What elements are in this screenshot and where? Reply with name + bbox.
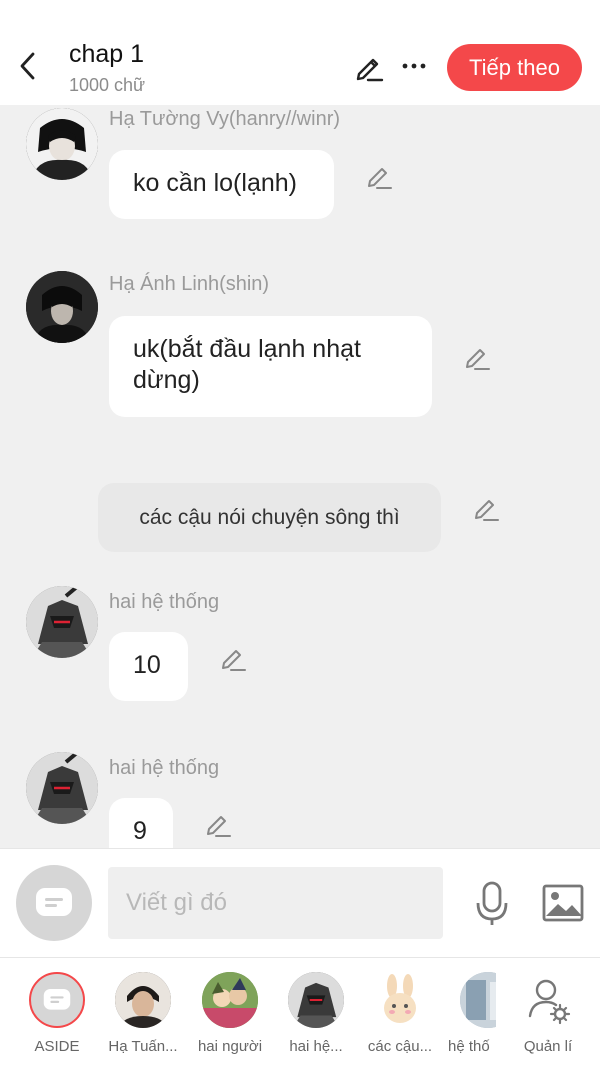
sender-name: hai hệ thống [109, 757, 220, 779]
manage-icon-wrap [520, 972, 576, 1028]
chapter-title: chap 1 [69, 40, 145, 68]
avatar[interactable] [26, 586, 98, 658]
character-bar: ASIDE Hạ Tuấn... hai người hai hệ... các… [0, 957, 600, 1067]
character-hai-he-thong[interactable]: hai hệ... [276, 970, 356, 1060]
sender-name: Hạ Ánh Linh(shin) [109, 273, 270, 295]
avatar[interactable] [26, 752, 98, 824]
message-input[interactable] [108, 867, 443, 939]
edit-chapter-button[interactable] [354, 52, 384, 82]
pencil-icon [475, 500, 499, 521]
sender-name: Hạ Tường Vy(hanry//winr) [109, 108, 341, 130]
avatar [372, 972, 428, 1028]
sender-name: hai hệ thống [109, 591, 220, 613]
more-options-button[interactable] [400, 52, 428, 80]
image-icon [542, 884, 584, 922]
bunny-icon [372, 972, 428, 1028]
microphone-icon [476, 881, 508, 925]
chat-bubble-icon [43, 988, 71, 1010]
manage-characters-button[interactable]: Quản lí [508, 970, 588, 1060]
character-group-icon [202, 972, 258, 1028]
pencil-icon [466, 349, 490, 370]
avatar[interactable] [26, 108, 98, 180]
edit-message-button[interactable] [463, 343, 491, 371]
character-label: Hạ Tuấn... [108, 1038, 178, 1055]
back-button[interactable] [14, 50, 40, 82]
message-bubble[interactable]: 9 [109, 798, 173, 848]
user-settings-icon [528, 979, 571, 1025]
robot-portrait-icon [26, 586, 98, 658]
edit-message-button[interactable] [472, 494, 500, 522]
character-hai-nguoi[interactable]: hai người [190, 970, 270, 1060]
message-bubble[interactable]: uk(bắt đầu lạnh nhạt dừng) [109, 316, 432, 417]
top-bar: chap 1 1000 chữ Tiếp theo [0, 0, 600, 105]
pencil-icon [222, 650, 246, 671]
pencil-icon [356, 58, 384, 82]
character-aside[interactable]: ASIDE [17, 970, 97, 1060]
chevron-left-icon [20, 52, 35, 80]
character-portrait-icon [460, 972, 496, 1028]
aside-toggle-button[interactable] [16, 865, 92, 941]
character-portrait-icon [26, 271, 98, 343]
character-label: hệ thố [448, 1038, 490, 1055]
character-label: hai người [197, 1038, 263, 1055]
character-label: ASIDE [34, 1038, 80, 1055]
avatar[interactable] [26, 271, 98, 343]
pencil-icon [368, 168, 392, 189]
character-label: hai hệ... [289, 1038, 343, 1055]
character-portrait-icon [115, 972, 171, 1028]
robot-portrait-icon [288, 972, 344, 1028]
chat-bubble-icon [36, 888, 72, 916]
avatar [115, 972, 171, 1028]
character-he-thong[interactable]: hệ thố [448, 970, 496, 1060]
message-input-bar [0, 848, 600, 957]
avatar [202, 972, 258, 1028]
edit-message-button[interactable] [204, 810, 232, 838]
character-ha-tuan[interactable]: Hạ Tuấn... [103, 970, 183, 1060]
character-portrait-icon [26, 108, 98, 180]
narration-bubble[interactable]: các cậu nói chuyện sông thì [98, 483, 441, 552]
edit-message-button[interactable] [365, 162, 393, 190]
message-bubble[interactable]: ko cần lo(lạnh) [109, 150, 334, 219]
avatar [288, 972, 344, 1028]
chat-area[interactable]: Hạ Tường Vy(hanry//winr) ko cần lo(lạnh)… [0, 105, 600, 848]
word-count: 1000 chữ [69, 75, 146, 95]
edit-message-button[interactable] [219, 644, 247, 672]
aside-avatar [29, 972, 85, 1028]
next-chapter-button[interactable]: Tiếp theo [447, 44, 582, 91]
voice-input-button[interactable] [474, 881, 510, 927]
robot-portrait-icon [26, 752, 98, 824]
avatar [460, 972, 496, 1028]
pencil-icon [207, 816, 231, 837]
manage-label: Quản lí [523, 1038, 573, 1055]
character-label: các cậu... [367, 1038, 433, 1055]
insert-image-button[interactable] [542, 884, 584, 922]
more-horizontal-icon [402, 63, 426, 69]
character-cac-cau[interactable]: các cậu... [360, 970, 440, 1060]
message-bubble[interactable]: 10 [109, 632, 188, 701]
